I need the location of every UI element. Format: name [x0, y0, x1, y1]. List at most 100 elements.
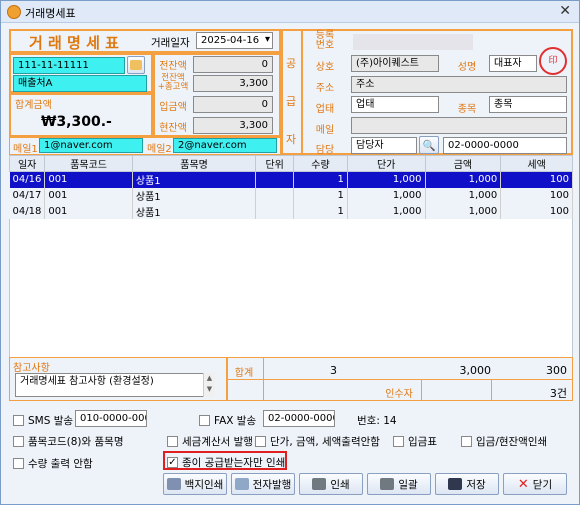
save-button[interactable]: 저장 — [435, 473, 499, 495]
bulk-label: 일괄 — [398, 478, 418, 491]
checkbox-box[interactable] — [13, 436, 24, 447]
checkbox-box-checked[interactable]: ✓ — [167, 457, 178, 468]
cell-name: 상품1 — [132, 187, 257, 204]
manager-search-button[interactable]: 🔍 — [419, 136, 439, 154]
cell-unit — [255, 187, 295, 204]
email1-label: 메일1 — [13, 144, 38, 155]
print-button[interactable]: 인쇄 — [299, 473, 363, 495]
manager-phone-field[interactable]: 02-0000-0000 — [443, 137, 567, 154]
buyer-name-field[interactable]: 매출처A — [13, 75, 147, 92]
fax-label: FAX 발송 — [214, 415, 257, 427]
receipt-checkbox[interactable]: 입금표 — [393, 434, 437, 449]
receiver-label: 인수자 — [385, 389, 413, 400]
header-code[interactable]: 품목코드 — [44, 155, 133, 172]
checkbox-box[interactable] — [199, 415, 210, 426]
header-name[interactable]: 품목명 — [131, 155, 257, 172]
item-code-checkbox[interactable]: 품목코드(8)와 품목명 — [13, 434, 124, 449]
item-field[interactable]: 종목 — [489, 96, 567, 113]
checkbox-box[interactable] — [167, 436, 178, 447]
close-button[interactable]: ✕ 닫기 — [503, 473, 567, 495]
biz-type-field[interactable]: 업태 — [351, 96, 439, 113]
receiver-cell-divider — [421, 380, 422, 401]
rep-field[interactable]: 대표자 — [489, 55, 537, 72]
sum-row-line — [227, 379, 573, 380]
app-icon — [7, 5, 21, 19]
reg-no-value — [353, 34, 473, 50]
cell-name: 상품1 — [132, 203, 257, 220]
close-icon[interactable]: ✕ — [559, 3, 571, 19]
email2-field[interactable]: 2@naver.com — [173, 138, 277, 153]
header-amount[interactable]: 금액 — [424, 155, 502, 172]
checkbox-box[interactable] — [255, 436, 266, 447]
header-price[interactable]: 단가 — [346, 155, 426, 172]
prev-balance-field[interactable]: 0 — [193, 56, 273, 73]
table-row[interactable]: 04/17 001 상품1 1 1,000 1,000 100 — [9, 187, 573, 204]
date-label: 거래일자 — [151, 37, 190, 49]
balance-print-checkbox[interactable]: 입금/현잔액인쇄 — [461, 434, 547, 449]
search-icon: 🔍 — [422, 139, 436, 152]
checkbox-box[interactable] — [13, 458, 24, 469]
table-row[interactable]: 04/16 001 상품1 1 1,000 1,000 100 — [9, 171, 573, 188]
bulk-button[interactable]: 일괄 — [367, 473, 431, 495]
checkbox-box[interactable] — [461, 436, 472, 447]
total-label: 합계금액 — [15, 100, 52, 111]
mail-field[interactable] — [351, 117, 567, 134]
mail-label: 메일 — [315, 125, 335, 136]
chevron-down-icon[interactable]: ▾ — [265, 33, 270, 46]
current-balance-field[interactable]: 3,300 — [193, 117, 273, 134]
cell-price: 1,000 — [347, 171, 426, 188]
fax-phone-field[interactable]: 02-0000-0000 — [263, 410, 335, 427]
blank-print-button[interactable]: 백지인쇄 — [163, 473, 227, 495]
checkbox-box[interactable] — [393, 436, 404, 447]
cell-unit — [255, 171, 295, 188]
prev-plus-field[interactable]: 3,300 — [193, 75, 273, 92]
header-qty[interactable]: 수량 — [293, 155, 348, 172]
cell-name: 상품1 — [132, 171, 257, 188]
memo-field[interactable]: 거래명세표 참고사항 (환경설정) — [15, 373, 215, 397]
document-icon — [234, 478, 249, 490]
cell-tax: 100 — [500, 203, 573, 220]
sum-amount: 3,000 — [459, 364, 492, 377]
prev-balance-label: 전잔액 — [159, 61, 187, 72]
fax-checkbox[interactable]: FAX 발송 — [199, 413, 256, 428]
company-field[interactable]: (주)아이퀘스트 — [351, 55, 439, 72]
qty-checkbox[interactable]: 수량 출력 안함 — [13, 456, 93, 471]
cell-price: 1,000 — [347, 187, 426, 204]
table-row[interactable]: 04/18 001 상품1 1 1,000 1,000 100 — [9, 203, 573, 220]
item-code-label: 품목코드(8)와 품목명 — [28, 436, 124, 448]
reg-no-label: 등록 번호 — [315, 30, 335, 51]
close-x-icon: ✕ — [517, 476, 529, 492]
row-count: 3건 — [549, 387, 567, 400]
e-issue-button[interactable]: 전자발행 — [231, 473, 295, 495]
lookup-button[interactable] — [127, 56, 145, 74]
sms-checkbox[interactable]: SMS 발송 — [13, 413, 73, 428]
tax-invoice-checkbox[interactable]: 세금계산서 발행 — [167, 434, 253, 449]
cell-amount: 1,000 — [425, 171, 502, 188]
printer-icon — [166, 478, 181, 490]
printer-icon — [312, 478, 327, 490]
date-picker[interactable]: 2025-04-16 ▾ — [196, 32, 273, 49]
seal-icon: 印 — [539, 47, 567, 75]
address-field[interactable]: 주소 — [351, 76, 567, 93]
manager-field[interactable]: 담당자 — [351, 137, 417, 154]
company-label: 상호 — [315, 62, 335, 73]
header-tax[interactable]: 세액 — [500, 155, 573, 172]
header-unit[interactable]: 단위 — [255, 155, 295, 172]
cell-qty: 1 — [293, 203, 348, 220]
table-body-area[interactable] — [9, 219, 573, 357]
save-label: 저장 — [466, 478, 486, 491]
header-date[interactable]: 일자 — [8, 155, 46, 172]
prev-plus-label: 전잔액 +총고액 — [157, 73, 189, 92]
printer-icon — [380, 478, 395, 490]
total-value: ₩3,300.- — [41, 114, 112, 130]
sms-phone-field[interactable]: 010-0000-0000 — [75, 410, 147, 427]
paid-field[interactable]: 0 — [193, 96, 273, 113]
checkbox-box[interactable] — [13, 415, 24, 426]
paper-checkbox[interactable]: ✓ 종이 공급받는자만 인쇄 — [167, 455, 285, 470]
biz-no-field[interactable]: 111-11-11111 — [13, 57, 125, 74]
cell-amount: 1,000 — [425, 187, 502, 204]
price-print-checkbox[interactable]: 단가, 금액, 세액출력안함 — [255, 434, 380, 449]
memo-scrollbar[interactable]: ▲ ▼ — [203, 373, 215, 397]
table-header-row: 일자 품목코드 품목명 단위 수량 단가 금액 세액 — [8, 155, 573, 172]
email1-field[interactable]: 1@naver.com — [39, 138, 143, 153]
